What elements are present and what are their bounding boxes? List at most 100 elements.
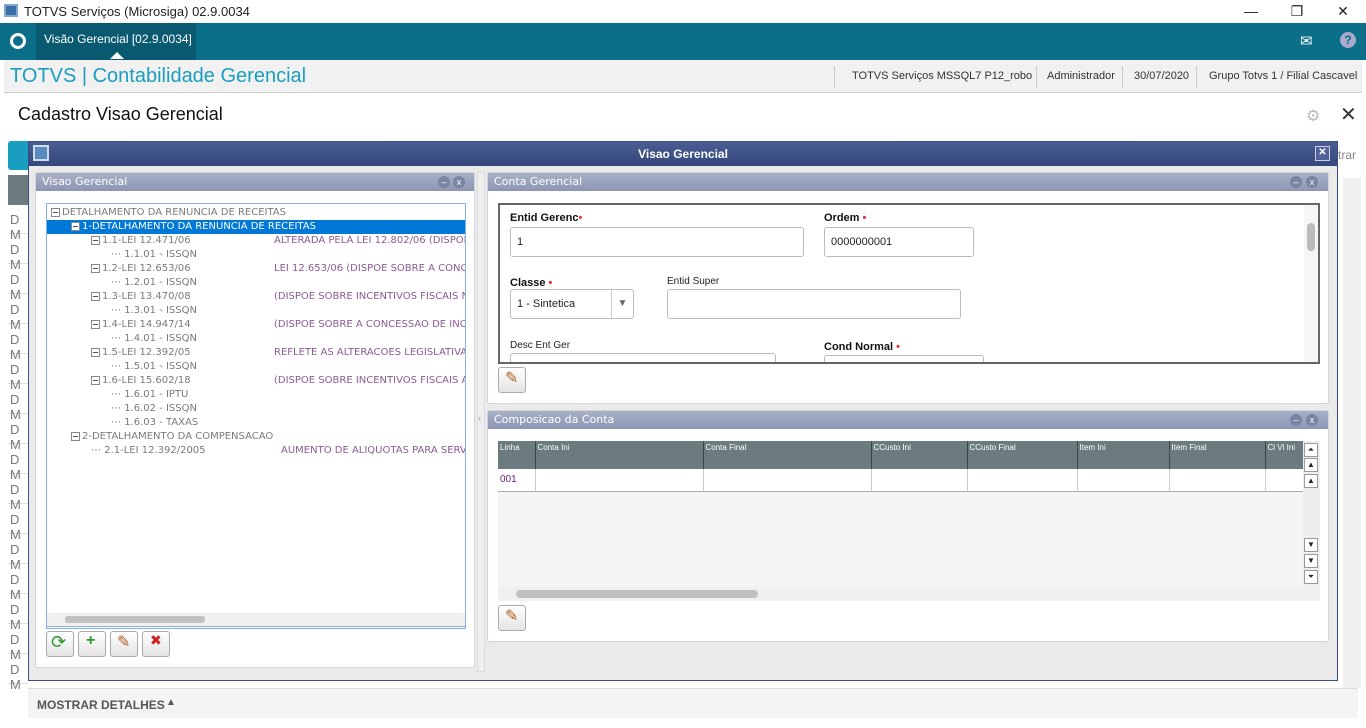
- dialog-close-button[interactable]: ✕: [1315, 146, 1330, 161]
- ordem-input[interactable]: 0000000001: [824, 227, 974, 257]
- tree-node[interactable]: ⋯ 1.5.01 - ISSQN: [111, 360, 197, 374]
- help-icon[interactable]: ?: [1340, 32, 1356, 48]
- tree-node[interactable]: ⋯ 1.2.01 - ISSQN: [111, 276, 197, 290]
- tree-node[interactable]: ⋯ 1.3.01 - ISSQN: [111, 304, 197, 318]
- entid-gerenc-input[interactable]: 1: [510, 227, 804, 257]
- tree-node[interactable]: ⋯ 1.1.01 - ISSQN: [111, 248, 197, 262]
- collapse-icon[interactable]: [91, 235, 100, 245]
- gear-icon[interactable]: ⚙: [1306, 106, 1320, 126]
- tree-node[interactable]: ⋯ 2.1-LEI 12.392/2005: [91, 444, 206, 458]
- table-cell[interactable]: [1265, 469, 1303, 492]
- add-button[interactable]: +: [78, 631, 106, 657]
- column-header[interactable]: Cl Vl Ini: [1265, 441, 1303, 469]
- background-row[interactable]: D M: [8, 385, 28, 422]
- minimize-button[interactable]: —: [1228, 0, 1274, 23]
- column-header[interactable]: Linha: [498, 441, 536, 469]
- table-cell[interactable]: [967, 469, 1078, 492]
- edit-grid-button[interactable]: ✎: [498, 605, 526, 631]
- background-row[interactable]: D M: [8, 235, 28, 272]
- collapse-icon[interactable]: [91, 291, 100, 301]
- tree-node[interactable]: 1.6-LEI 15.602/18: [91, 374, 191, 388]
- action-button[interactable]: [8, 141, 30, 170]
- scrollbar-thumb[interactable]: [1307, 223, 1315, 251]
- minimize-panel-icon[interactable]: –: [438, 176, 450, 188]
- scroll-bottom-icon[interactable]: ⏷: [1304, 570, 1318, 584]
- tree-node[interactable]: DETALHAMENTO DA RENUNCIA DE RECEITAS: [51, 206, 286, 220]
- table-cell[interactable]: [703, 469, 872, 492]
- tree-node[interactable]: 1.4-LEI 14.947/14: [91, 318, 191, 332]
- background-row[interactable]: D M: [8, 505, 28, 542]
- tree-node[interactable]: ⋯ 1.6.01 - IPTU: [111, 388, 188, 402]
- column-header[interactable]: Conta Ini: [535, 441, 704, 469]
- scroll-down-icon[interactable]: ▼: [1304, 538, 1318, 552]
- collapse-icon[interactable]: [91, 347, 100, 357]
- chevron-down-icon[interactable]: ▼: [611, 290, 633, 318]
- background-scrollbar[interactable]: [1343, 178, 1361, 688]
- background-row[interactable]: D M: [8, 445, 28, 482]
- desc-ent-ger-input[interactable]: [510, 353, 776, 362]
- scrollbar-thumb[interactable]: [516, 590, 758, 598]
- collapse-icon[interactable]: [91, 319, 100, 329]
- collapse-icon[interactable]: [71, 221, 80, 231]
- page-up-icon[interactable]: ▲: [1304, 458, 1318, 472]
- background-row[interactable]: D M: [8, 655, 28, 692]
- background-row[interactable]: D M: [8, 355, 28, 392]
- background-row[interactable]: D M: [8, 415, 28, 452]
- table-cell[interactable]: [1077, 469, 1170, 492]
- refresh-button[interactable]: ⟳: [46, 631, 74, 657]
- background-row[interactable]: D M: [8, 535, 28, 572]
- table-cell[interactable]: [1169, 469, 1266, 492]
- column-header[interactable]: CCusto Ini: [871, 441, 968, 469]
- entid-super-input[interactable]: [667, 289, 961, 319]
- column-header[interactable]: CCusto Final: [967, 441, 1078, 469]
- tree-node[interactable]: 1-DETALHAMENTO DA RENUNCIA DE RECEITAS: [47, 220, 465, 234]
- form-vertical-scrollbar[interactable]: [1304, 205, 1318, 362]
- collapse-icon[interactable]: [91, 263, 100, 273]
- table-cell[interactable]: [871, 469, 968, 492]
- edit-form-button[interactable]: ✎: [498, 367, 526, 393]
- minimize-panel-icon[interactable]: –: [1290, 176, 1302, 188]
- classe-select[interactable]: 1 - Sintetica ▼: [510, 289, 634, 319]
- table-cell[interactable]: [535, 469, 704, 492]
- tree-node[interactable]: 1.3-LEI 13.470/08: [91, 290, 191, 304]
- splitter-handle[interactable]: ‹: [477, 172, 485, 672]
- close-panel-icon[interactable]: x: [453, 176, 465, 188]
- table-row[interactable]: 001: [498, 469, 1303, 492]
- column-header[interactable]: Item Ini: [1077, 441, 1170, 469]
- close-panel-icon[interactable]: x: [1306, 414, 1318, 426]
- background-row[interactable]: D M: [8, 475, 28, 512]
- background-row[interactable]: D M: [8, 205, 28, 242]
- background-row[interactable]: D M: [8, 325, 28, 362]
- collapse-icon[interactable]: [51, 207, 60, 217]
- mail-icon[interactable]: ✉: [1300, 32, 1313, 50]
- collapse-icon[interactable]: [71, 431, 80, 441]
- tab-visao-gerencial[interactable]: Visão Gerencial [02.9.0034] ×: [36, 23, 196, 78]
- delete-button[interactable]: ✖: [142, 631, 170, 657]
- tree-node[interactable]: 1.2-LEI 12.653/06: [91, 262, 191, 276]
- tree-node[interactable]: ⋯ 1.6.03 - TAXAS: [111, 416, 198, 430]
- close-page-icon[interactable]: ✕: [1340, 102, 1357, 127]
- grid-vertical-scrollbar[interactable]: ⏶ ▲ ▲ ▼ ▼ ⏷: [1303, 441, 1320, 587]
- tree-node[interactable]: 1.1-LEI 12.471/06: [91, 234, 191, 248]
- tree-node[interactable]: ⋯ 1.4.01 - ISSQN: [111, 332, 197, 346]
- tree-view[interactable]: DETALHAMENTO DA RENUNCIA DE RECEITAS 1-DE…: [46, 203, 466, 629]
- scroll-up-icon[interactable]: ▲: [1304, 474, 1318, 488]
- grid-horizontal-scrollbar[interactable]: [498, 587, 1320, 601]
- close-window-button[interactable]: ✕: [1320, 0, 1366, 23]
- table-cell[interactable]: 001: [498, 469, 536, 492]
- page-down-icon[interactable]: ▼: [1304, 554, 1318, 568]
- column-header[interactable]: Item Final: [1169, 441, 1266, 469]
- background-row[interactable]: D M: [8, 595, 28, 632]
- background-row[interactable]: D M: [8, 565, 28, 602]
- background-row[interactable]: D M: [8, 625, 28, 662]
- maximize-button[interactable]: ❐: [1274, 0, 1320, 23]
- details-bar[interactable]: MOSTRAR DETALHES ▲: [28, 688, 1358, 718]
- tree-horizontal-scrollbar[interactable]: [46, 613, 466, 627]
- background-row[interactable]: D M: [8, 265, 28, 302]
- totvs-logo-icon[interactable]: [10, 33, 26, 49]
- scrollbar-thumb[interactable]: [65, 616, 205, 623]
- tree-node[interactable]: ⋯ 1.6.02 - ISSQN: [111, 402, 197, 416]
- minimize-panel-icon[interactable]: –: [1290, 414, 1302, 426]
- background-row[interactable]: D M: [8, 295, 28, 332]
- tree-node[interactable]: 2-DETALHAMENTO DA COMPENSACAO: [71, 430, 273, 444]
